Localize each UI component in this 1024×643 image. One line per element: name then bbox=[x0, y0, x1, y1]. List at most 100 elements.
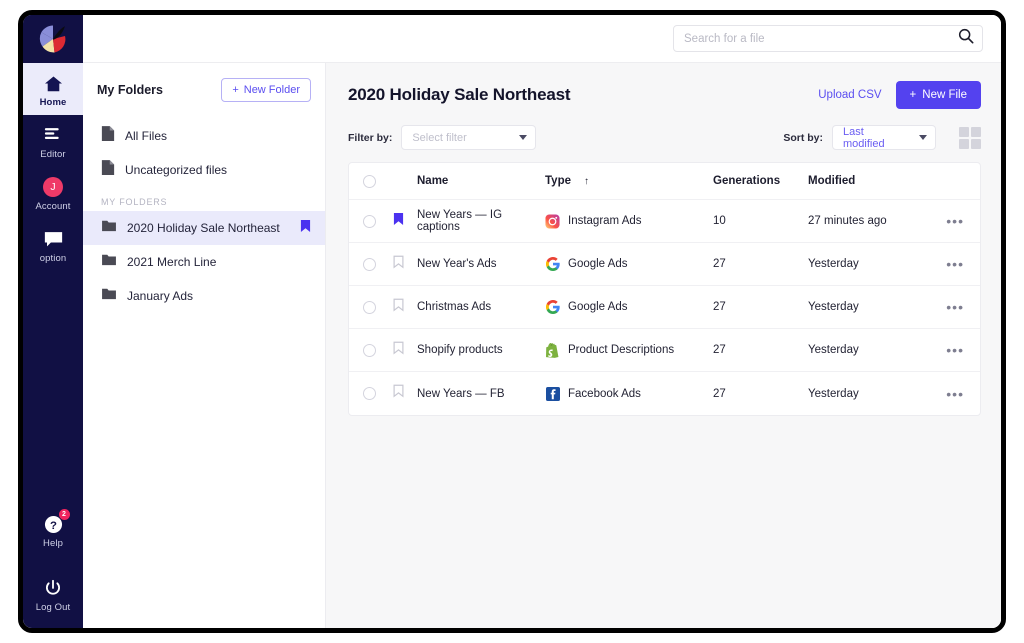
row-type: Product Descriptions bbox=[545, 342, 713, 358]
bookmark-outline-icon[interactable] bbox=[393, 255, 404, 274]
bookmark-outline-icon[interactable] bbox=[393, 384, 404, 403]
select-all-cell[interactable] bbox=[363, 174, 393, 188]
row-bookmark-cell[interactable] bbox=[393, 255, 417, 274]
row-checkbox[interactable] bbox=[363, 387, 376, 400]
column-header-generations[interactable]: Generations bbox=[713, 175, 808, 187]
row-more-actions-button[interactable]: ••• bbox=[936, 257, 964, 271]
row-more-actions-button[interactable]: ••• bbox=[936, 300, 964, 314]
row-checkbox[interactable] bbox=[363, 214, 376, 228]
row-type: Facebook Ads bbox=[545, 386, 713, 401]
new-folder-button[interactable]: + New Folder bbox=[221, 78, 311, 102]
row-select-cell[interactable] bbox=[363, 387, 393, 400]
sidebar-item-help[interactable]: ? 2 Help bbox=[23, 504, 83, 556]
row-modified: Yesterday bbox=[808, 344, 859, 356]
row-select-cell[interactable] bbox=[363, 214, 393, 228]
sidebar-item-editor[interactable]: Editor bbox=[23, 115, 83, 167]
header-actions: Upload CSV + New File bbox=[818, 81, 981, 109]
filter-select[interactable]: Select filter bbox=[401, 125, 537, 150]
app-logo[interactable] bbox=[23, 15, 83, 63]
column-header-modified[interactable]: Modified bbox=[808, 175, 936, 187]
filter-group: Filter by: Select filter bbox=[348, 125, 537, 150]
main-content: 2020 Holiday Sale Northeast Upload CSV +… bbox=[326, 63, 1001, 628]
new-file-button[interactable]: + New File bbox=[895, 81, 981, 109]
facebook-icon bbox=[545, 386, 560, 401]
row-bookmark-cell[interactable] bbox=[393, 384, 417, 403]
file-icon bbox=[101, 159, 115, 181]
row-select-cell[interactable] bbox=[363, 343, 393, 357]
column-header-name[interactable]: Name bbox=[417, 175, 545, 187]
files-table: Name Type ↑ Generations Modified New Yea… bbox=[348, 162, 981, 416]
bookmark-outline-icon[interactable] bbox=[393, 298, 404, 317]
row-generations: 27 bbox=[713, 301, 726, 313]
sidebar-folder-label: 2021 Merch Line bbox=[127, 255, 217, 269]
row-more-actions-button[interactable]: ••• bbox=[936, 214, 964, 228]
table-row[interactable]: Shopify products Product Descriptions 27… bbox=[349, 329, 980, 372]
upload-csv-link[interactable]: Upload CSV bbox=[818, 89, 881, 101]
column-header-type[interactable]: Type ↑ bbox=[545, 175, 713, 187]
sidebar-item-logout[interactable]: Log Out bbox=[23, 568, 83, 620]
chat-icon bbox=[44, 228, 63, 250]
row-checkbox[interactable] bbox=[363, 257, 376, 271]
app-root: Home Editor J Account option ? 2 Help Lo… bbox=[23, 15, 1001, 628]
row-bookmark-cell[interactable] bbox=[393, 341, 417, 360]
sidebar-item-account[interactable]: J Account bbox=[23, 167, 83, 219]
row-checkbox[interactable] bbox=[363, 343, 376, 357]
row-select-cell[interactable] bbox=[363, 257, 393, 271]
chevron-down-icon bbox=[919, 135, 927, 140]
row-generations: 10 bbox=[713, 215, 726, 227]
sidebar-folder-label: January Ads bbox=[127, 289, 194, 303]
google-icon bbox=[545, 300, 560, 315]
sidebar-item-option[interactable]: option bbox=[23, 219, 83, 271]
table-row[interactable]: Christmas Ads Google Ads 27 Yesterday ••… bbox=[349, 286, 980, 329]
select-all-checkbox[interactable] bbox=[363, 174, 376, 188]
sidebar-item-home[interactable]: Home bbox=[23, 63, 83, 115]
search-icon[interactable] bbox=[958, 28, 974, 49]
editor-icon bbox=[44, 124, 63, 146]
avatar-icon: J bbox=[43, 176, 63, 198]
bookmark-outline-icon[interactable] bbox=[393, 341, 404, 360]
row-checkbox[interactable] bbox=[363, 300, 376, 314]
row-select-cell[interactable] bbox=[363, 300, 393, 314]
app-window: Home Editor J Account option ? 2 Help Lo… bbox=[18, 10, 1006, 633]
table-row[interactable]: New Year's Ads Google Ads 27 Yesterday •… bbox=[349, 243, 980, 286]
avatar-initial: J bbox=[43, 177, 63, 197]
search-input[interactable] bbox=[684, 32, 958, 45]
folders-list: All Files Uncategorized files MY FOLDERS… bbox=[83, 119, 325, 313]
table-row[interactable]: New Years — IG captions Instagram Ads 10… bbox=[349, 200, 980, 243]
sidebar-folder-2020-holiday-sale-northeast[interactable]: 2020 Holiday Sale Northeast bbox=[83, 211, 325, 245]
row-name: New Year's Ads bbox=[417, 258, 497, 270]
row-more-actions-button[interactable]: ••• bbox=[936, 343, 964, 357]
sidebar-folder-2021-merch-line[interactable]: 2021 Merch Line bbox=[83, 245, 325, 279]
sort-select[interactable]: Last modified bbox=[832, 125, 936, 150]
sidebar-item-all-files[interactable]: All Files bbox=[83, 119, 325, 153]
sidebar-folder-january-ads[interactable]: January Ads bbox=[83, 279, 325, 313]
row-more-actions-button[interactable]: ••• bbox=[936, 387, 964, 401]
rail-bottom-group: ? 2 Help Log Out bbox=[23, 504, 83, 620]
row-type-label: Instagram Ads bbox=[568, 215, 642, 227]
page-title: 2020 Holiday Sale Northeast bbox=[348, 85, 571, 104]
sidebar-item-uncategorized-files[interactable]: Uncategorized files bbox=[83, 153, 325, 187]
app-body: My Folders + New Folder All Files Uncate… bbox=[83, 63, 1001, 628]
row-generations: 27 bbox=[713, 258, 726, 270]
sidebar-item-home-label: Home bbox=[39, 97, 67, 108]
row-bookmark-cell[interactable] bbox=[393, 212, 417, 231]
bookmark-filled-icon[interactable] bbox=[300, 219, 311, 238]
grid-view-icon[interactable] bbox=[959, 126, 981, 149]
grid-cell bbox=[959, 138, 969, 149]
sidebar-item-editor-label: Editor bbox=[40, 149, 66, 160]
chevron-down-icon bbox=[519, 135, 528, 140]
new-folder-label: New Folder bbox=[243, 84, 300, 96]
row-bookmark-cell[interactable] bbox=[393, 298, 417, 317]
folders-panel: My Folders + New Folder All Files Uncate… bbox=[83, 63, 326, 628]
table-row[interactable]: New Years — FB Facebook Ads 27 Yesterday… bbox=[349, 372, 980, 415]
row-modified: Yesterday bbox=[808, 387, 859, 400]
bookmark-filled-icon[interactable] bbox=[393, 212, 404, 231]
filter-label: Filter by: bbox=[348, 131, 393, 144]
sidebar-item-option-label: option bbox=[39, 253, 67, 264]
home-icon bbox=[44, 72, 63, 94]
folder-icon bbox=[101, 219, 117, 237]
row-type-label: Facebook Ads bbox=[568, 387, 641, 400]
search-box[interactable] bbox=[673, 25, 983, 52]
plus-icon: + bbox=[909, 89, 917, 101]
row-type-label: Product Descriptions bbox=[568, 344, 675, 356]
